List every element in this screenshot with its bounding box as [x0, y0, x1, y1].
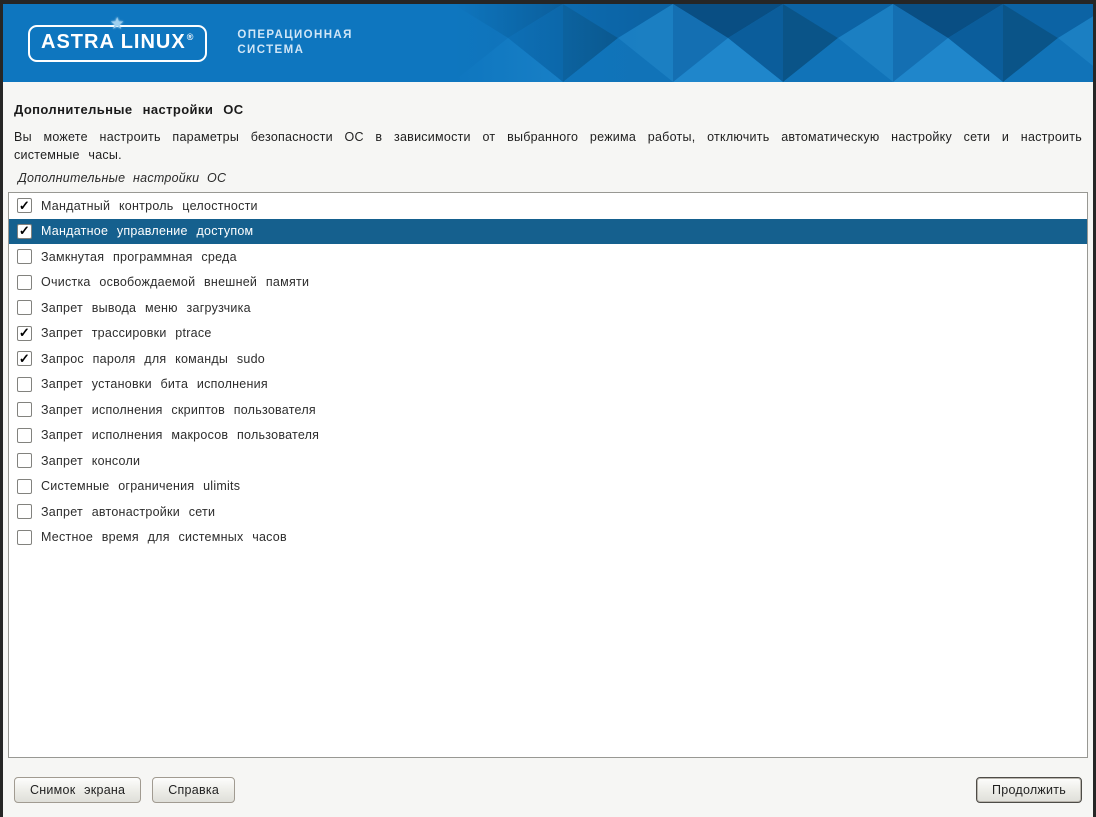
page-title: Дополнительные настройки ОС: [14, 102, 1082, 117]
option-row[interactable]: ✓ Запрет трассировки ptrace: [9, 321, 1087, 347]
astra-linux-logo: ★ ASTRA LINUX®: [28, 25, 207, 62]
option-label: Запрет исполнения макросов пользователя: [41, 428, 319, 442]
option-label: Мандатный контроль целостности: [41, 199, 258, 213]
checkbox[interactable]: ✓: [17, 351, 32, 366]
option-label: Системные ограничения ulimits: [41, 479, 240, 493]
checkbox[interactable]: [17, 479, 32, 494]
checkbox[interactable]: [17, 402, 32, 417]
option-label: Запрет консоли: [41, 454, 140, 468]
checkbox[interactable]: ✓: [17, 198, 32, 213]
option-label: Запрет автонастройки сети: [41, 505, 215, 519]
option-row[interactable]: ✓ Мандатный контроль целостности: [9, 193, 1087, 219]
banner: ★ ASTRA LINUX® ОПЕРАЦИОННАЯ СИСТЕМА: [3, 4, 1093, 82]
page-description: Вы можете настроить параметры безопаснос…: [14, 128, 1082, 164]
check-icon: ✓: [19, 352, 30, 365]
registered-mark-icon: ®: [187, 32, 195, 42]
logo-text: ASTRA LINUX: [41, 31, 186, 53]
option-row[interactable]: Местное время для системных часов: [9, 525, 1087, 551]
checkbox[interactable]: [17, 453, 32, 468]
option-row[interactable]: Запрет автонастройки сети: [9, 499, 1087, 525]
option-row[interactable]: ✓ Запрос пароля для команды sudo: [9, 346, 1087, 372]
brand-line: ОПЕРАЦИОННАЯ: [237, 28, 352, 43]
checkbox[interactable]: [17, 377, 32, 392]
banner-pattern: [453, 4, 1093, 82]
option-label: Замкнутая программная среда: [41, 250, 237, 264]
check-icon: ✓: [19, 224, 30, 237]
option-row[interactable]: Запрет консоли: [9, 448, 1087, 474]
option-label: Запрос пароля для команды sudo: [41, 352, 265, 366]
check-icon: ✓: [19, 199, 30, 212]
checkbox[interactable]: [17, 275, 32, 290]
option-row[interactable]: Очистка освобождаемой внешней памяти: [9, 270, 1087, 296]
option-row[interactable]: Запрет исполнения макросов пользователя: [9, 423, 1087, 449]
option-row[interactable]: Запрет вывода меню загрузчика: [9, 295, 1087, 321]
footer-bar: Снимок экрана Справка Продолжить: [14, 777, 1082, 803]
brand-text: ОПЕРАЦИОННАЯ СИСТЕМА: [237, 28, 352, 58]
checkbox[interactable]: [17, 249, 32, 264]
checkbox[interactable]: [17, 300, 32, 315]
options-list: ✓ Мандатный контроль целостности ✓ Мандатно…: [8, 192, 1088, 758]
description-line-1: Вы можете настроить параметры безопаснос…: [14, 128, 1082, 146]
option-label: Запрет установки бита исполнения: [41, 377, 268, 391]
installer-window: ★ ASTRA LINUX® ОПЕРАЦИОННАЯ СИСТЕМА Допо…: [3, 4, 1093, 817]
checkbox[interactable]: ✓: [17, 224, 32, 239]
content-area: Дополнительные настройки ОС Вы можете на…: [3, 102, 1093, 803]
option-label: Очистка освобождаемой внешней памяти: [41, 275, 309, 289]
screenshot-button[interactable]: Снимок экрана: [14, 777, 141, 803]
option-row[interactable]: Запрет исполнения скриптов пользователя: [9, 397, 1087, 423]
option-row[interactable]: Замкнутая программная среда: [9, 244, 1087, 270]
checkbox[interactable]: [17, 428, 32, 443]
check-icon: ✓: [19, 326, 30, 339]
star-icon: ★: [111, 16, 125, 30]
checkbox[interactable]: [17, 504, 32, 519]
option-label: Мандатное управление доступом: [41, 224, 253, 238]
option-row[interactable]: ✓ Мандатное управление доступом: [9, 219, 1087, 245]
option-label: Запрет трассировки ptrace: [41, 326, 212, 340]
list-caption: Дополнительные настройки ОС: [14, 171, 1082, 185]
description-line-2: системные часы.: [14, 146, 1082, 164]
help-button[interactable]: Справка: [152, 777, 235, 803]
checkbox[interactable]: ✓: [17, 326, 32, 341]
option-row[interactable]: Системные ограничения ulimits: [9, 474, 1087, 500]
option-label: Запрет вывода меню загрузчика: [41, 301, 251, 315]
option-row[interactable]: Запрет установки бита исполнения: [9, 372, 1087, 398]
banner-pattern-fade: [453, 4, 643, 82]
checkbox[interactable]: [17, 530, 32, 545]
continue-button[interactable]: Продолжить: [976, 777, 1082, 803]
option-label: Местное время для системных часов: [41, 530, 287, 544]
brand-line: СИСТЕМА: [237, 43, 352, 58]
option-label: Запрет исполнения скриптов пользователя: [41, 403, 316, 417]
